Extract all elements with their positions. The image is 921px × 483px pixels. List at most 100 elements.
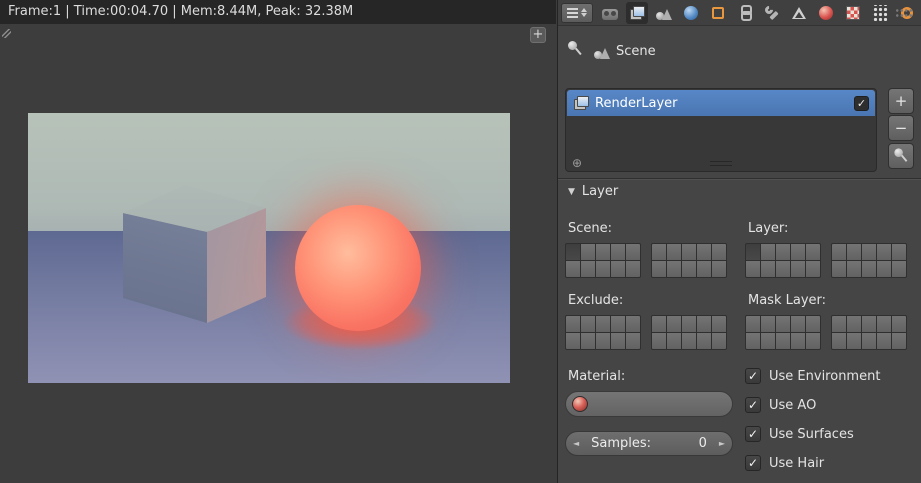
layer-toggle-cell-17[interactable] xyxy=(682,261,696,277)
layer-toggle-cell-8[interactable] xyxy=(697,244,711,260)
layer-toggle-cell-5[interactable] xyxy=(652,316,666,332)
samples-number-field[interactable]: Samples: 0 xyxy=(565,431,733,456)
area-resize-grip[interactable] xyxy=(2,29,11,38)
tab-texture[interactable] xyxy=(842,2,864,24)
checkbox-icon[interactable] xyxy=(745,426,761,442)
layer-toggle-cell-13[interactable] xyxy=(791,333,805,349)
layer-toggle-cell-14[interactable] xyxy=(626,333,640,349)
layer-toggle-cell-3[interactable] xyxy=(791,316,805,332)
layer-toggle-cell-15[interactable] xyxy=(832,261,846,277)
editor-type-selector[interactable] xyxy=(561,2,593,23)
layer-toggle-cell-1[interactable] xyxy=(581,244,595,260)
region-expand-button[interactable]: + xyxy=(530,27,546,43)
layer-panel-header[interactable]: ▼ Layer xyxy=(558,178,921,204)
layer-toggle-cell-4[interactable] xyxy=(806,244,820,260)
layer-toggle-cell-2[interactable] xyxy=(776,316,790,332)
layer-toggle-cell-15[interactable] xyxy=(652,333,666,349)
layer-toggle-cell-12[interactable] xyxy=(776,261,790,277)
layer-toggle-cell-1[interactable] xyxy=(761,244,775,260)
layer-toggle-cell-14[interactable] xyxy=(626,261,640,277)
layer-toggle-cell-11[interactable] xyxy=(761,333,775,349)
layer-toggle-cell-17[interactable] xyxy=(862,333,876,349)
layer-toggle-cell-8[interactable] xyxy=(877,316,891,332)
pin-id-button[interactable] xyxy=(566,40,584,58)
layer-toggle-cell-12[interactable] xyxy=(596,333,610,349)
layer-toggle-cell-17[interactable] xyxy=(862,261,876,277)
layer-toggle-cell-11[interactable] xyxy=(761,261,775,277)
layer-toggle-cell-0[interactable] xyxy=(746,244,760,260)
layer-toggle-cell-7[interactable] xyxy=(862,244,876,260)
panel-collapse-arrow-icon[interactable]: ▼ xyxy=(568,187,575,197)
layer-toggle-cell-4[interactable] xyxy=(806,316,820,332)
tab-object-data[interactable] xyxy=(788,2,810,24)
layer-toggle-cell-1[interactable] xyxy=(581,316,595,332)
layer-toggle-cell-10[interactable] xyxy=(566,261,580,277)
tab-object[interactable] xyxy=(707,2,729,24)
layer-toggle-cell-14[interactable] xyxy=(806,333,820,349)
add-render-layer-button[interactable]: + xyxy=(888,88,914,114)
layer-toggle-cell-13[interactable] xyxy=(791,261,805,277)
layer-toggle-cell-7[interactable] xyxy=(682,316,696,332)
render-layer-list-item[interactable]: RenderLayer xyxy=(567,90,875,116)
layer-toggle-cell-8[interactable] xyxy=(877,244,891,260)
layer-toggle-cell-9[interactable] xyxy=(892,316,906,332)
list-resize-grip[interactable] xyxy=(710,161,732,166)
layer-toggle-cell-7[interactable] xyxy=(682,244,696,260)
layer-toggle-cell-3[interactable] xyxy=(611,316,625,332)
layer-toggle-cell-18[interactable] xyxy=(877,333,891,349)
layer-toggle-cell-9[interactable] xyxy=(892,244,906,260)
tab-render[interactable] xyxy=(599,3,621,23)
layer-toggle-cell-18[interactable] xyxy=(877,261,891,277)
layer-toggle-cell-17[interactable] xyxy=(682,333,696,349)
layer-toggle-cell-2[interactable] xyxy=(596,244,610,260)
layer-toggle-cell-19[interactable] xyxy=(712,261,726,277)
layer-toggle-cell-0[interactable] xyxy=(566,244,580,260)
layer-toggle-cell-16[interactable] xyxy=(667,261,681,277)
tab-render-layers[interactable] xyxy=(626,1,648,24)
layer-toggle-cell-19[interactable] xyxy=(712,333,726,349)
tab-constraints[interactable] xyxy=(734,2,756,24)
layer-toggle-cell-14[interactable] xyxy=(806,261,820,277)
layer-toggle-cell-18[interactable] xyxy=(697,261,711,277)
pin-render-layer-button[interactable] xyxy=(888,143,914,169)
layer-toggle-cell-4[interactable] xyxy=(626,244,640,260)
layer-toggle-cell-15[interactable] xyxy=(652,261,666,277)
layer-toggle-cell-2[interactable] xyxy=(596,316,610,332)
render-layer-enable-checkbox[interactable] xyxy=(854,95,869,111)
layer-toggle-cell-15[interactable] xyxy=(832,333,846,349)
layer-toggle-cell-16[interactable] xyxy=(667,333,681,349)
breadcrumb-scene-label[interactable]: Scene xyxy=(616,44,656,59)
layer-toggle-cell-10[interactable] xyxy=(746,261,760,277)
layer-toggle-cell-19[interactable] xyxy=(892,333,906,349)
tab-scene[interactable] xyxy=(653,2,675,24)
remove-render-layer-button[interactable]: − xyxy=(888,115,914,141)
layer-toggle-cell-3[interactable] xyxy=(791,244,805,260)
samples-decrease-icon[interactable] xyxy=(573,439,579,448)
layer-toggle-cell-4[interactable] xyxy=(626,316,640,332)
layer-toggle-cell-11[interactable] xyxy=(581,333,595,349)
checkbox-icon[interactable] xyxy=(745,455,761,471)
layer-toggle-cell-1[interactable] xyxy=(761,316,775,332)
layer-toggle-cell-5[interactable] xyxy=(652,244,666,260)
layer-toggle-cell-11[interactable] xyxy=(581,261,595,277)
layer-toggle-cell-5[interactable] xyxy=(832,244,846,260)
layer-toggle-cell-10[interactable] xyxy=(566,333,580,349)
layer-toggle-cell-16[interactable] xyxy=(847,333,861,349)
layer-toggle-cell-9[interactable] xyxy=(712,244,726,260)
layer-toggle-cell-18[interactable] xyxy=(697,333,711,349)
tab-modifiers[interactable] xyxy=(761,2,783,24)
layer-toggle-cell-7[interactable] xyxy=(862,316,876,332)
layer-toggle-cell-12[interactable] xyxy=(596,261,610,277)
checkbox-icon[interactable] xyxy=(745,397,761,413)
layer-toggle-cell-13[interactable] xyxy=(611,333,625,349)
layer-toggle-cell-8[interactable] xyxy=(697,316,711,332)
panel-drag-grip-icon[interactable] xyxy=(895,8,913,18)
layer-toggle-cell-12[interactable] xyxy=(776,333,790,349)
layer-toggle-cell-0[interactable] xyxy=(566,316,580,332)
tab-world[interactable] xyxy=(680,2,702,24)
render-layer-name[interactable]: RenderLayer xyxy=(595,96,678,111)
samples-increase-icon[interactable] xyxy=(719,439,725,448)
layer-toggle-cell-19[interactable] xyxy=(892,261,906,277)
layer-toggle-cell-6[interactable] xyxy=(667,316,681,332)
layer-toggle-cell-0[interactable] xyxy=(746,316,760,332)
